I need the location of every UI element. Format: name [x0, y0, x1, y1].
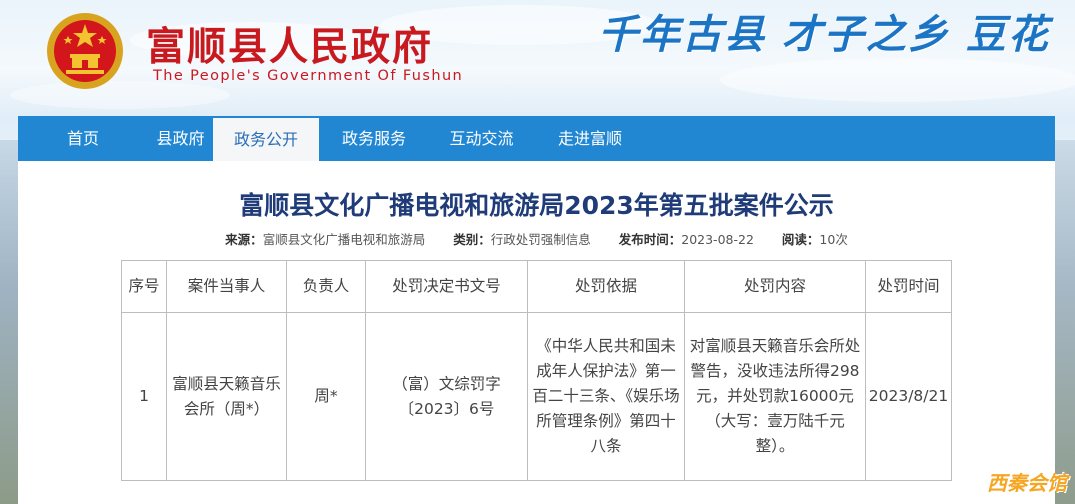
scenery-left [0, 140, 18, 504]
table-header-row: 序号 案件当事人 负责人 处罚决定书文号 处罚依据 处罚内容 处罚时间 [121, 260, 952, 313]
nav-item-government-affairs-disclosure[interactable]: 政务公开 [213, 118, 319, 161]
category-value: 行政处罚强制信息 [490, 232, 591, 247]
header-basis: 处罚依据 [527, 260, 685, 313]
reads-value: 10次 [819, 232, 848, 247]
site-subtitle: The People's Government Of Fushun [153, 68, 464, 84]
header-content: 处罚内容 [684, 260, 866, 313]
cell-decision-number: （富）文综罚字〔2023〕6号 [365, 312, 528, 481]
category-label: 类别： [453, 232, 491, 247]
nav-item-government-services[interactable]: 政务服务 [319, 116, 429, 161]
header-party: 案件当事人 [166, 260, 287, 313]
nav-item-county-government[interactable]: 县政府 [148, 116, 213, 161]
source-label: 来源： [225, 232, 263, 247]
cell-basis: 《中华人民共和国未成年人保护法》第一百二十三条、《娱乐场所管理条例》第四十八条 [527, 312, 685, 481]
publish-date-value: 2023-08-22 [681, 232, 754, 247]
nav-item-explore-fushun[interactable]: 走进富顺 [534, 116, 646, 161]
site-header: 富顺县人民政府 The People's Government Of Fushu… [0, 0, 1075, 115]
header-slogan: 千年古县 才子之乡 豆花 [598, 11, 1050, 58]
article-meta: 来源：富顺县文化广播电视和旅游局 类别：行政处罚强制信息 发布时间：2023-08-… [18, 229, 1055, 248]
nav-item-interaction[interactable]: 互动交流 [429, 116, 534, 161]
cell-content: 对富顺县天籁音乐会所处警告，没收违法所得298元，并处罚款16000元（大写：壹… [684, 312, 866, 481]
cell-date: 2023/8/21 [865, 312, 952, 481]
nav-item-home[interactable]: 首页 [18, 116, 148, 161]
national-emblem-icon[interactable] [44, 10, 126, 92]
case-table: 序号 案件当事人 负责人 处罚决定书文号 处罚依据 处罚内容 处罚时间 1 富顺… [121, 260, 952, 481]
header-decision-number: 处罚决定书文号 [365, 260, 528, 313]
main-nav: 首页 县政府 政务公开 政务服务 互动交流 走进富顺 [18, 116, 1055, 161]
header-responsible: 负责人 [286, 260, 366, 313]
header-serial: 序号 [121, 260, 167, 313]
cell-serial: 1 [121, 312, 167, 481]
publish-date-label: 发布时间： [618, 232, 682, 247]
cell-party: 富顺县天籁音乐会所（周*） [166, 312, 287, 481]
site-title[interactable]: 富顺县人民政府 [146, 16, 433, 72]
watermark-logo: 西秦会馆 [987, 471, 1067, 495]
source-value: 富顺县文化广播电视和旅游局 [262, 232, 426, 247]
article-content: 富顺县文化广播电视和旅游局2023年第五批案件公示 来源：富顺县文化广播电视和旅… [18, 161, 1055, 504]
header-date: 处罚时间 [865, 260, 952, 313]
article-title: 富顺县文化广播电视和旅游局2023年第五批案件公示 [239, 191, 834, 220]
cell-responsible: 周* [286, 312, 366, 481]
table-row: 1 富顺县天籁音乐会所（周*） 周* （富）文综罚字〔2023〕6号 《中华人民… [121, 312, 952, 481]
reads-label: 阅读： [781, 232, 820, 247]
scenery-right [1055, 140, 1075, 504]
